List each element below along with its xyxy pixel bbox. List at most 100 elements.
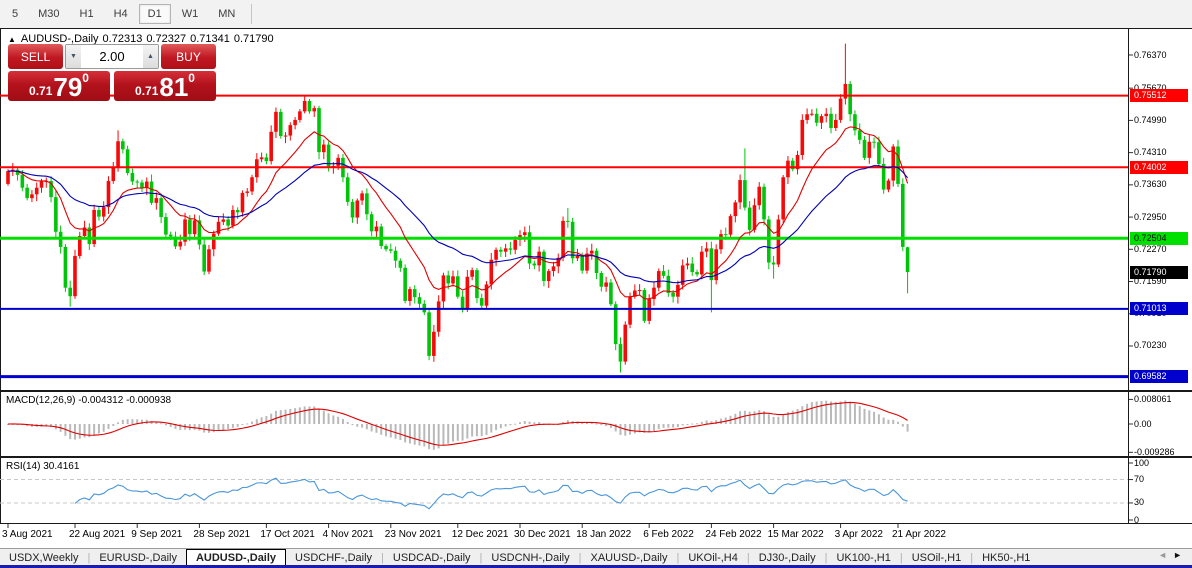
candle-body bbox=[460, 296, 465, 309]
macd-bar bbox=[767, 414, 770, 424]
candle-body bbox=[824, 113, 829, 117]
volume-increase-icon[interactable]: ▲ bbox=[143, 45, 158, 68]
macd-bar bbox=[633, 424, 636, 434]
sell-button[interactable]: SELL bbox=[8, 44, 63, 69]
macd-bar bbox=[442, 424, 445, 446]
collapse-panel-icon[interactable]: ▲ bbox=[8, 35, 16, 44]
trading-platform-window: 5 M30 H1 H4 D1 W1 MN ▲ AUDUSD-,Daily 0.72313 0.72… bbox=[0, 0, 1192, 568]
macd-bar bbox=[868, 410, 871, 424]
candle-body bbox=[762, 186, 766, 220]
macd-bar bbox=[466, 424, 469, 439]
macd-bar bbox=[595, 423, 598, 425]
macd-bar bbox=[217, 424, 220, 431]
macd-bar bbox=[78, 424, 81, 439]
buy-price-button[interactable]: 0.71 81 0 bbox=[114, 71, 216, 101]
candle-body bbox=[508, 248, 513, 250]
candle-body bbox=[599, 272, 604, 287]
macd-bar bbox=[428, 424, 431, 450]
sell-price-button[interactable]: 0.71 79 0 bbox=[8, 71, 110, 101]
buy-button[interactable]: BUY bbox=[161, 44, 216, 69]
macd-bar bbox=[236, 424, 239, 427]
macd-bar bbox=[413, 424, 416, 445]
candle-body bbox=[101, 207, 106, 217]
candle-body bbox=[312, 108, 317, 112]
tab-nav-arrows: ◄► bbox=[1158, 550, 1188, 560]
candle-body bbox=[800, 119, 805, 155]
macd-bar bbox=[160, 423, 163, 425]
candle-body bbox=[412, 289, 417, 298]
candle-body bbox=[34, 187, 39, 195]
macd-bar bbox=[719, 418, 722, 424]
macd-bar bbox=[676, 424, 679, 428]
macd-scale-label: -0.009286 bbox=[1134, 446, 1175, 457]
rsi-scale-label: 0 bbox=[1134, 514, 1140, 525]
date-label: 23 Nov 2021 bbox=[384, 529, 442, 540]
candle-body bbox=[30, 194, 34, 199]
candle-body bbox=[374, 226, 379, 232]
date-label: 4 Nov 2021 bbox=[322, 529, 374, 540]
candle-body bbox=[666, 275, 671, 293]
candle-body bbox=[685, 263, 690, 266]
candle-body bbox=[202, 244, 206, 272]
candle-body bbox=[269, 131, 273, 162]
macd-bar bbox=[274, 410, 277, 424]
candle-body bbox=[532, 263, 537, 266]
macd-bar bbox=[806, 403, 809, 424]
candle-body bbox=[403, 267, 407, 301]
date-label: 28 Sep 2021 bbox=[193, 529, 251, 540]
macd-bar bbox=[203, 424, 206, 433]
candle-body bbox=[432, 331, 436, 356]
price-tick-label: 0.72950 bbox=[1134, 211, 1167, 222]
candle-body bbox=[781, 177, 785, 220]
macd-bar bbox=[796, 409, 799, 424]
macd-bar bbox=[408, 424, 411, 444]
macd-bar bbox=[523, 420, 526, 424]
price-level-badge: 0.75512 bbox=[1130, 89, 1188, 103]
macd-bar bbox=[490, 424, 493, 433]
rsi-label: RSI(14) 30.4161 bbox=[6, 461, 80, 472]
candle-body bbox=[446, 275, 451, 284]
candle-body bbox=[73, 255, 77, 297]
macd-bar bbox=[346, 421, 349, 424]
tab-scroll-left-icon[interactable]: ◄ bbox=[1158, 550, 1173, 560]
macd-bar bbox=[528, 421, 531, 424]
macd-bar bbox=[365, 424, 368, 430]
macd-bar bbox=[686, 424, 689, 425]
macd-bar bbox=[169, 424, 172, 428]
macd-bar bbox=[126, 419, 129, 424]
macd-bar bbox=[399, 424, 402, 440]
candle-body bbox=[829, 113, 833, 128]
volume-input[interactable]: 2.00 bbox=[81, 45, 143, 68]
macd-label: MACD(12,26,9) -0.004312 -0.000938 bbox=[6, 395, 172, 406]
macd-bar bbox=[619, 424, 622, 435]
macd-bar bbox=[298, 407, 301, 424]
candle-body bbox=[700, 251, 704, 275]
volume-decrease-icon[interactable]: ▼ bbox=[66, 45, 81, 68]
date-label: 12 Dec 2021 bbox=[451, 529, 509, 540]
candle-body bbox=[240, 192, 245, 213]
macd-scale-label: 0.00 bbox=[1134, 418, 1152, 429]
candle-body bbox=[360, 193, 364, 201]
macd-bar bbox=[834, 401, 837, 424]
macd-bar bbox=[179, 424, 182, 431]
macd-bar bbox=[117, 422, 120, 424]
candle-body bbox=[886, 180, 891, 190]
sell-price-pipette: 0 bbox=[82, 71, 89, 85]
macd-bar bbox=[322, 410, 325, 424]
macd-bar bbox=[231, 424, 234, 428]
candle-body bbox=[542, 251, 546, 282]
macd-bar bbox=[222, 424, 225, 430]
macd-bar bbox=[341, 418, 344, 424]
macd-bar bbox=[423, 424, 426, 447]
candle-body bbox=[97, 209, 101, 217]
macd-bar bbox=[533, 422, 536, 424]
macd-bar bbox=[241, 424, 244, 425]
current-price-badge: 0.71790 bbox=[1130, 265, 1188, 279]
macd-bar bbox=[73, 424, 76, 440]
macd-bar bbox=[480, 424, 483, 437]
tab-scroll-right-icon[interactable]: ► bbox=[1173, 550, 1188, 560]
candle-body bbox=[661, 271, 666, 276]
macd-bar bbox=[499, 424, 502, 429]
macd-bar bbox=[121, 419, 124, 424]
price-level-badge: 0.74002 bbox=[1130, 160, 1188, 174]
